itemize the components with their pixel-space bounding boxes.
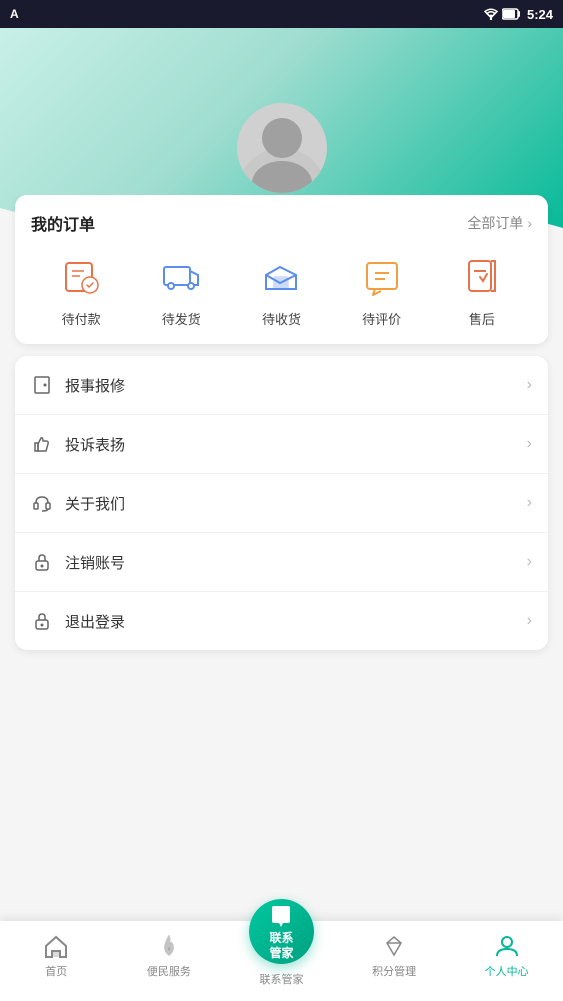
avatar-image	[237, 103, 327, 193]
door-icon	[31, 374, 53, 396]
menu-item-logout[interactable]: 退出登录 ›	[15, 592, 548, 650]
battery-icon	[502, 8, 522, 20]
order-item-pending-review[interactable]: 待评价	[357, 251, 407, 328]
order-item-after-sale[interactable]: 售后	[457, 251, 507, 328]
menu-cancel-account-arrow: ›	[527, 553, 532, 571]
contact-manager-label: 联系管家	[269, 931, 293, 960]
menu-report-repair-arrow: ›	[527, 376, 532, 394]
order-item-pending-ship[interactable]: 待发货	[156, 251, 206, 328]
menu-item-left: 关于我们	[31, 492, 125, 514]
menu-item-left: 退出登录	[31, 610, 125, 632]
menu-item-left: 投诉表扬	[31, 433, 125, 455]
menu-about-us-text: 关于我们	[65, 493, 125, 514]
avatar[interactable]	[237, 103, 327, 193]
pending-receive-icon	[256, 251, 306, 301]
nav-item-contact-manager[interactable]: 联系管家 联系管家	[225, 929, 338, 987]
diamond-icon	[381, 933, 407, 959]
home-icon	[43, 933, 69, 959]
flame-icon	[156, 933, 182, 959]
menu-report-repair-text: 报事报修	[65, 375, 125, 396]
time-display: 5:24	[527, 7, 553, 22]
main-content: 我的订单 全部订单 › 待付款	[0, 195, 563, 921]
orders-all-label: 全部订单	[467, 213, 523, 233]
pending-ship-label: 待发货	[162, 309, 201, 328]
after-sale-icon	[457, 251, 507, 301]
contact-manager-circle: 联系管家	[249, 899, 314, 964]
orders-card: 我的订单 全部订单 › 待付款	[15, 195, 548, 344]
signal-icons	[483, 8, 522, 20]
pending-receive-label: 待收货	[262, 309, 301, 328]
status-bar: A 5:24	[0, 0, 563, 28]
menu-item-left: 注销账号	[31, 551, 125, 573]
app-indicator: A	[10, 7, 19, 21]
home-nav-label: 首页	[45, 963, 67, 979]
person-icon	[494, 933, 520, 959]
menu-item-left: 报事报修	[31, 374, 125, 396]
chat-icon	[267, 903, 295, 931]
bottom-nav: 首页 便民服务 联系管家 联系管家 积分管理	[0, 921, 563, 1001]
orders-header: 我的订单 全部订单 ›	[31, 211, 532, 235]
logout-icon	[31, 610, 53, 632]
nav-item-personal[interactable]: 个人中心	[450, 929, 563, 979]
lock-cancel-icon	[31, 551, 53, 573]
pending-review-label: 待评价	[362, 309, 401, 328]
menu-cancel-account-text: 注销账号	[65, 552, 125, 573]
orders-all-chevron: ›	[527, 215, 532, 231]
menu-item-report-repair[interactable]: 报事报修 ›	[15, 356, 548, 415]
pending-pay-label: 待付款	[62, 309, 101, 328]
contact-manager-bottom-label: 联系管家	[259, 971, 303, 987]
menu-logout-text: 退出登录	[65, 611, 125, 632]
menu-complaint-praise-text: 投诉表扬	[65, 434, 125, 455]
pending-ship-icon	[156, 251, 206, 301]
orders-title: 我的订单	[31, 211, 95, 235]
pending-pay-icon	[56, 251, 106, 301]
nav-item-citizen-service[interactable]: 便民服务	[113, 929, 226, 979]
points-nav-label: 积分管理	[372, 963, 416, 979]
order-icons-row: 待付款 待发货	[31, 251, 532, 328]
menu-about-us-arrow: ›	[527, 494, 532, 512]
orders-all-button[interactable]: 全部订单 ›	[467, 213, 532, 233]
headset-icon	[31, 492, 53, 514]
wifi-icon	[483, 8, 499, 20]
status-right: 5:24	[483, 7, 553, 22]
menu-item-complaint-praise[interactable]: 投诉表扬 ›	[15, 415, 548, 474]
nav-item-home[interactable]: 首页	[0, 929, 113, 979]
order-item-pending-pay[interactable]: 待付款	[56, 251, 106, 328]
menu-complaint-praise-arrow: ›	[527, 435, 532, 453]
like-icon	[31, 433, 53, 455]
menu-item-about-us[interactable]: 关于我们 ›	[15, 474, 548, 533]
personal-nav-label: 个人中心	[485, 963, 529, 979]
pending-review-icon	[357, 251, 407, 301]
menu-item-cancel-account[interactable]: 注销账号 ›	[15, 533, 548, 592]
order-item-pending-receive[interactable]: 待收货	[256, 251, 306, 328]
after-sale-label: 售后	[469, 309, 495, 328]
citizen-service-nav-label: 便民服务	[147, 963, 191, 979]
nav-item-points[interactable]: 积分管理	[338, 929, 451, 979]
menu-logout-arrow: ›	[527, 612, 532, 630]
menu-card: 报事报修 › 投诉表扬 ›	[15, 356, 548, 650]
